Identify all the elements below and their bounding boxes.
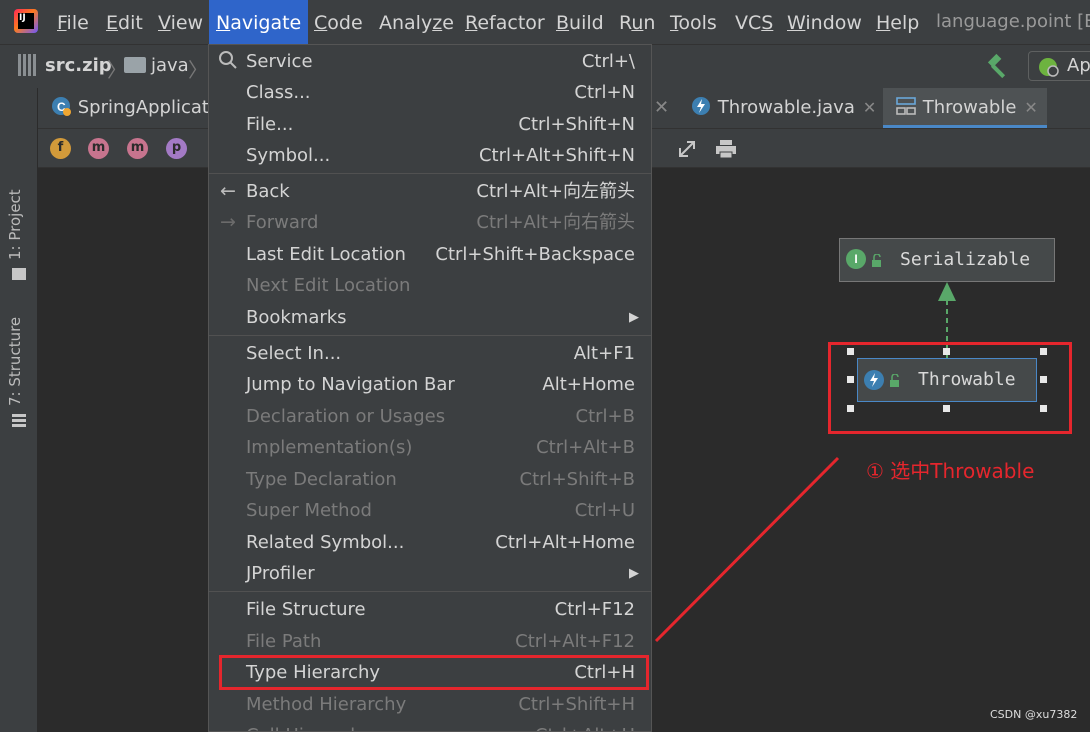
interface-icon: I bbox=[846, 249, 866, 269]
throwable-highlight-box bbox=[828, 342, 1072, 434]
menu-item-method-hierarchy[interactable]: Method Hierarchy Ctrl+Shift+H bbox=[209, 689, 651, 720]
menu-item-select-in[interactable]: Select In... Alt+F1 bbox=[209, 338, 651, 369]
type-hierarchy-highlight-box bbox=[219, 655, 649, 690]
menu-item-class[interactable]: Class... Ctrl+N bbox=[209, 77, 651, 108]
left-tool-window-strip: 1: Project 7: Structure bbox=[0, 88, 38, 732]
show-properties-toggle[interactable]: p bbox=[166, 138, 187, 159]
submenu-arrow-icon: ▶ bbox=[629, 310, 639, 325]
unlock-icon bbox=[871, 252, 883, 267]
search-icon bbox=[217, 50, 239, 72]
menu-item-next-edit-location[interactable]: Next Edit Location bbox=[209, 270, 651, 301]
annotation-label: ① 选中Throwable bbox=[866, 459, 1035, 483]
window-title: language.point [Ex bbox=[936, 11, 1090, 32]
show-methods-toggle[interactable]: m bbox=[127, 138, 148, 159]
menu-item-declaration-or-usages[interactable]: Declaration or Usages Ctrl+B bbox=[209, 401, 651, 432]
tab-spring-application[interactable]: C SpringApplicat bbox=[50, 88, 209, 128]
intellij-logo-icon: IJ bbox=[14, 9, 38, 33]
menu-help[interactable]: Help bbox=[869, 0, 926, 44]
menu-code[interactable]: Code bbox=[307, 0, 370, 44]
menu-analyze[interactable]: Analyze bbox=[372, 0, 461, 44]
folder-icon bbox=[124, 57, 146, 73]
menu-item-jump-to-navigation-bar[interactable]: Jump to Navigation Bar Alt+Home bbox=[209, 369, 651, 400]
menu-run[interactable]: Run bbox=[612, 0, 662, 44]
breadcrumb-separator-icon: 〉 bbox=[188, 58, 208, 82]
menu-separator bbox=[209, 173, 651, 174]
close-icon[interactable]: ✕ bbox=[863, 98, 876, 117]
serializable-label: Serializable bbox=[900, 249, 1031, 270]
close-icon[interactable]: ✕ bbox=[1024, 98, 1037, 117]
menu-bar: IJ File Edit View Navigate Code Analyze … bbox=[0, 0, 1090, 44]
menu-file[interactable]: File bbox=[50, 0, 96, 44]
run-configuration-selector[interactable]: Ap bbox=[1028, 51, 1090, 81]
watermark: CSDN @xu7382 bbox=[990, 708, 1078, 721]
build-hammer-icon[interactable] bbox=[985, 53, 1011, 79]
uml-diagram-icon bbox=[896, 97, 916, 115]
zip-archive-icon bbox=[18, 54, 36, 76]
menu-item-type-declaration[interactable]: Type Declaration Ctrl+Shift+B bbox=[209, 464, 651, 495]
exception-class-icon bbox=[692, 97, 710, 115]
menu-window[interactable]: Window bbox=[780, 0, 869, 44]
menu-item-file[interactable]: File... Ctrl+Shift+N bbox=[209, 109, 651, 140]
show-constructors-toggle[interactable]: m bbox=[88, 138, 109, 159]
serializable-node[interactable]: I Serializable bbox=[839, 238, 1055, 282]
menu-item-file-path[interactable]: File Path Ctrl+Alt+F12 bbox=[209, 626, 651, 657]
structure-icon bbox=[12, 413, 26, 427]
fit-content-icon[interactable] bbox=[676, 138, 698, 160]
menu-item-implementations[interactable]: Implementation(s) Ctrl+Alt+B bbox=[209, 432, 651, 463]
annotation-pointer-line bbox=[654, 456, 840, 643]
menu-separator bbox=[209, 591, 651, 592]
menu-edit[interactable]: Edit bbox=[99, 0, 150, 44]
menu-view[interactable]: View bbox=[151, 0, 210, 44]
menu-navigate[interactable]: Navigate bbox=[209, 0, 309, 44]
menu-item-jprofiler[interactable]: JProfiler ▶ bbox=[209, 558, 651, 589]
print-icon[interactable] bbox=[714, 138, 738, 160]
project-tool-tab[interactable]: 1: Project bbox=[6, 189, 24, 260]
menu-item-back[interactable]: ← Back Ctrl+Alt+向左箭头 bbox=[209, 176, 651, 207]
menu-item-super-method[interactable]: Super Method Ctrl+U bbox=[209, 495, 651, 526]
menu-item-forward[interactable]: → Forward Ctrl+Alt+向右箭头 bbox=[209, 207, 651, 238]
forward-arrow-icon: → bbox=[220, 211, 236, 233]
tab-throwable-java[interactable]: Throwable.java ✕ bbox=[690, 88, 876, 128]
java-class-icon: C bbox=[52, 97, 71, 116]
menu-item-file-structure[interactable]: File Structure Ctrl+F12 bbox=[209, 594, 651, 625]
menu-build[interactable]: Build bbox=[549, 0, 611, 44]
menu-item-call-hierarchy[interactable]: Call Hierarchy Ctrl+Alt+H bbox=[209, 720, 651, 731]
menu-refactor[interactable]: Refactor bbox=[458, 0, 552, 44]
breadcrumb-zip[interactable]: src.zip bbox=[45, 45, 112, 87]
structure-tool-tab[interactable]: 7: Structure bbox=[6, 317, 24, 406]
menu-item-service[interactable]: Service Ctrl+\ bbox=[209, 46, 651, 77]
navigate-menu: Service Ctrl+\ Class... Ctrl+N File... C… bbox=[208, 44, 652, 732]
menu-separator bbox=[209, 335, 651, 336]
tab-close-icon[interactable]: ✕ bbox=[654, 88, 669, 128]
breadcrumb-java[interactable]: java bbox=[151, 45, 189, 87]
submenu-arrow-icon: ▶ bbox=[629, 566, 639, 581]
spring-boot-icon bbox=[1039, 58, 1059, 77]
show-fields-toggle[interactable]: f bbox=[50, 138, 71, 159]
menu-item-symbol[interactable]: Symbol... Ctrl+Alt+Shift+N bbox=[209, 140, 651, 171]
menu-tools[interactable]: Tools bbox=[663, 0, 724, 44]
tab-throwable-diagram[interactable]: Throwable ✕ bbox=[883, 88, 1047, 128]
menu-item-last-edit-location[interactable]: Last Edit Location Ctrl+Shift+Backspace bbox=[209, 239, 651, 270]
menu-item-related-symbol[interactable]: Related Symbol... Ctrl+Alt+Home bbox=[209, 527, 651, 558]
back-arrow-icon: ← bbox=[220, 180, 236, 202]
project-folder-icon bbox=[12, 268, 26, 280]
menu-vcs[interactable]: VCS bbox=[728, 0, 780, 44]
menu-item-bookmarks[interactable]: Bookmarks ▶ bbox=[209, 302, 651, 333]
